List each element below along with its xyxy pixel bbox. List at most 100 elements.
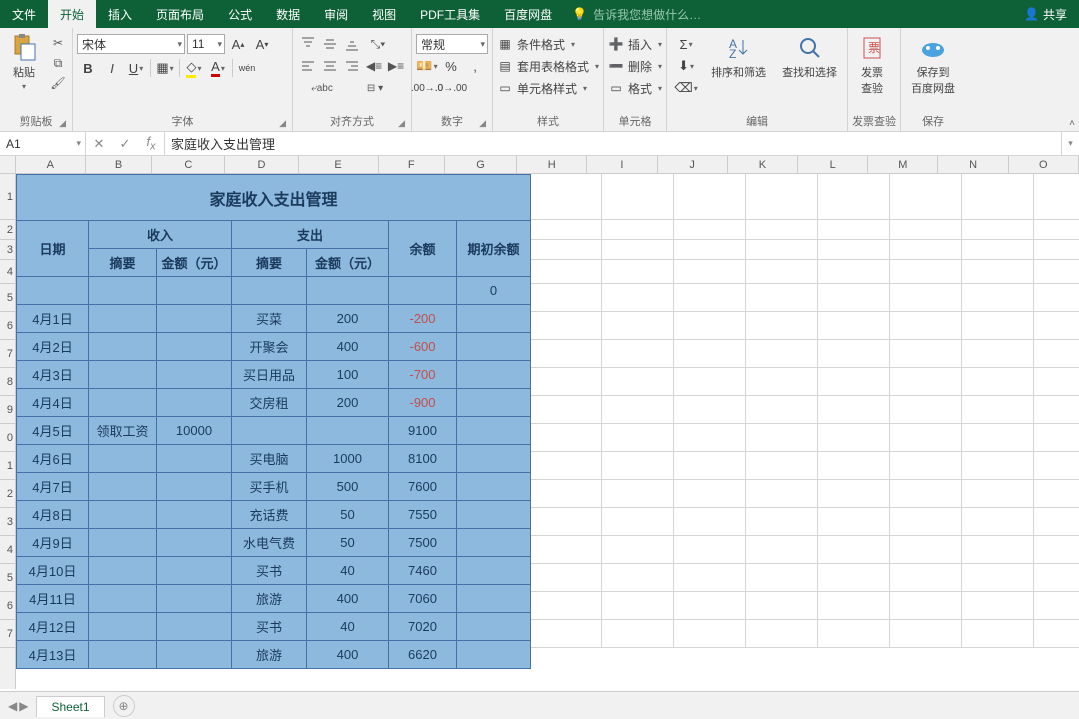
cell[interactable] [674, 396, 746, 424]
row-header[interactable]: 2 [0, 220, 15, 240]
cell[interactable] [746, 368, 818, 396]
row-header[interactable]: 5 [0, 564, 15, 592]
comma-button[interactable]: , [464, 56, 486, 76]
row-header[interactable]: 6 [0, 312, 15, 340]
cell[interactable] [602, 620, 674, 648]
cell[interactable] [746, 592, 818, 620]
cell[interactable] [746, 312, 818, 340]
decrease-font-button[interactable]: A▾ [251, 34, 273, 54]
cell[interactable] [602, 452, 674, 480]
find-select-button[interactable]: 查找和选择 [776, 30, 843, 84]
row-header[interactable]: 7 [0, 620, 15, 648]
cell[interactable] [530, 620, 602, 648]
cell[interactable] [962, 480, 1034, 508]
cell[interactable] [890, 620, 962, 648]
cell[interactable] [962, 424, 1034, 452]
cell[interactable] [962, 452, 1034, 480]
col-header[interactable]: D [225, 156, 298, 173]
cell[interactable] [818, 508, 890, 536]
cell[interactable] [962, 174, 1034, 220]
cell[interactable] [962, 396, 1034, 424]
save-baidu-button[interactable]: 保存到 百度网盘 [905, 30, 961, 100]
col-header[interactable]: J [658, 156, 728, 173]
tell-me-search[interactable]: 💡 告诉我您想做什么… [572, 0, 701, 28]
cell[interactable] [818, 312, 890, 340]
cell[interactable] [674, 340, 746, 368]
tab-pdf[interactable]: PDF工具集 [408, 0, 492, 28]
cell[interactable] [674, 620, 746, 648]
cell[interactable] [1034, 508, 1079, 536]
share-button[interactable]: 👤 共享 [1012, 0, 1079, 28]
cell[interactable] [530, 174, 602, 220]
sheet-tab[interactable]: Sheet1 [36, 696, 104, 717]
cell[interactable] [674, 508, 746, 536]
sheet-prev-button[interactable]: ◀ [8, 699, 17, 713]
cell[interactable] [746, 174, 818, 220]
insert-cells-button[interactable]: ➕插入 [608, 34, 662, 54]
cell[interactable] [1034, 260, 1079, 284]
cell[interactable] [890, 480, 962, 508]
cell[interactable] [1034, 452, 1079, 480]
cell[interactable] [602, 396, 674, 424]
cell[interactable] [602, 480, 674, 508]
cell[interactable] [1034, 620, 1079, 648]
fill-color-button[interactable]: ◇ [183, 58, 205, 78]
tab-home[interactable]: 开始 [48, 0, 96, 28]
cell[interactable] [1034, 396, 1079, 424]
cell[interactable] [890, 424, 962, 452]
fx-button[interactable]: fx [138, 132, 164, 155]
cell[interactable] [962, 340, 1034, 368]
cell[interactable] [962, 536, 1034, 564]
row-header[interactable]: 0 [0, 424, 15, 452]
cell[interactable] [962, 592, 1034, 620]
number-format-select[interactable]: 常规 [416, 34, 488, 54]
cell[interactable] [890, 312, 962, 340]
col-header[interactable]: K [728, 156, 798, 173]
row-header[interactable]: 9 [0, 396, 15, 424]
cell[interactable] [962, 312, 1034, 340]
format-painter-button[interactable]: 🖌 [48, 74, 68, 92]
cell[interactable] [746, 508, 818, 536]
underline-button[interactable]: U [125, 58, 147, 78]
cell[interactable] [890, 592, 962, 620]
spreadsheet-grid[interactable]: ABCDEFGHIJKLMNO 12345678901234567 家庭收入支出… [0, 156, 1079, 689]
cell[interactable] [530, 452, 602, 480]
cell[interactable] [890, 220, 962, 240]
col-header[interactable]: L [798, 156, 868, 173]
cell[interactable] [602, 174, 674, 220]
col-header[interactable]: C [152, 156, 225, 173]
wrap-text-button[interactable]: ⤶abc [297, 78, 347, 98]
cell[interactable] [530, 424, 602, 452]
cell[interactable] [530, 508, 602, 536]
cell[interactable] [746, 284, 818, 312]
formula-input[interactable]: 家庭收入支出管理 [165, 132, 1061, 155]
row-header[interactable]: 2 [0, 480, 15, 508]
cell[interactable] [746, 536, 818, 564]
cell[interactable] [674, 424, 746, 452]
cell[interactable] [890, 340, 962, 368]
cell[interactable] [818, 260, 890, 284]
col-header[interactable]: M [868, 156, 938, 173]
align-middle-button[interactable] [319, 34, 341, 54]
cell[interactable] [890, 452, 962, 480]
row-header[interactable]: 4 [0, 260, 15, 284]
cell[interactable] [818, 174, 890, 220]
cell[interactable] [1034, 536, 1079, 564]
cell[interactable] [530, 312, 602, 340]
font-color-button[interactable]: A [207, 58, 229, 78]
cell[interactable] [530, 284, 602, 312]
cell[interactable] [746, 240, 818, 260]
cell[interactable] [818, 480, 890, 508]
cell[interactable] [602, 260, 674, 284]
cell[interactable] [530, 340, 602, 368]
cell[interactable] [818, 424, 890, 452]
col-header[interactable]: N [938, 156, 1008, 173]
cell[interactable] [962, 260, 1034, 284]
row-header[interactable]: 6 [0, 592, 15, 620]
copy-button[interactable]: ⧉ [48, 54, 68, 72]
fill-button[interactable]: ⬇ [671, 56, 701, 76]
cell[interactable] [890, 174, 962, 220]
cell[interactable] [746, 396, 818, 424]
cell[interactable] [818, 284, 890, 312]
clear-button[interactable]: ⌫ [671, 78, 701, 98]
